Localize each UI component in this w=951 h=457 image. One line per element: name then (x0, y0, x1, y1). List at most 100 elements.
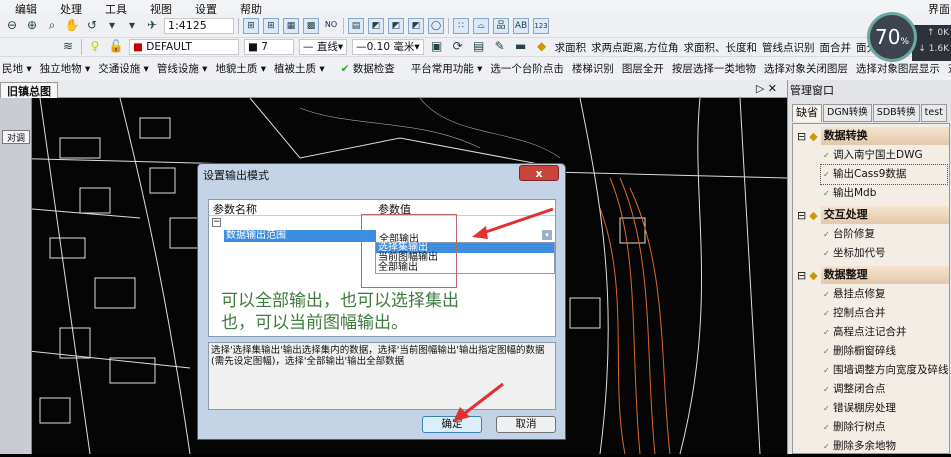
cmd-select-by-layer[interactable]: 按层选择一类地物 (672, 61, 756, 76)
tree-item[interactable]: 输出Cass9数据 (820, 164, 948, 185)
tree-item[interactable]: 调入南宁国土DWG (793, 146, 949, 165)
points-icon[interactable]: ∷ (453, 17, 469, 34)
group-data-cleanup[interactable]: ⊟ ◆ 数据整理 (793, 265, 949, 285)
zoom-in-icon[interactable]: ⊕ (24, 18, 40, 34)
tree-item[interactable]: 删除橱窗碎线 (793, 342, 949, 361)
pan-icon[interactable]: ✋ (64, 18, 80, 34)
layers-icon[interactable]: ≋ (60, 39, 76, 55)
menu-residential[interactable]: 民地 ▾ (2, 61, 32, 76)
cmd-pipe-point[interactable]: 管线点识别 (762, 40, 815, 55)
data-check-button[interactable]: ✔ 数据检查 (341, 61, 395, 76)
upload-speed: ↑ 0K (926, 28, 949, 38)
cmd-merge-face[interactable]: 面合并 (819, 40, 851, 55)
bulb-icon[interactable]: ♀ (87, 39, 103, 55)
group-data-conversion[interactable]: ⊟ ◆ 数据转换 (793, 126, 949, 146)
layer-c-icon[interactable]: ✈ (144, 18, 160, 34)
cmd-close-layer[interactable]: 选择对象关闭图层 (764, 61, 848, 76)
tree-item[interactable]: 悬挂点修复 (793, 285, 949, 304)
cmd-show-layer[interactable]: 选择对象图层显示 (856, 61, 940, 76)
menu-pipeline[interactable]: 管线设施 ▾ (157, 61, 208, 76)
layer-select[interactable]: ■ DEFAULT (129, 39, 239, 55)
tree-item[interactable]: 台阶修复 (793, 225, 949, 244)
tree-item[interactable]: 删除行树点 (793, 418, 949, 437)
draw-4-icon[interactable]: ◩ (408, 17, 424, 34)
color-select[interactable]: ■ 7 (244, 39, 294, 55)
grid-2-icon[interactable]: ⊞ (263, 17, 279, 34)
cmd-layers-open[interactable]: 图层全开 (622, 61, 664, 76)
monitor-icon[interactable]: ▬ (513, 39, 529, 55)
layer-a-icon[interactable]: ▾ (104, 18, 120, 34)
collapse-icon[interactable]: ⊟ (797, 130, 806, 143)
collapse-icon[interactable]: ⊟ (797, 209, 806, 222)
group-interactive[interactable]: ⊟ ◆ 交互处理 (793, 205, 949, 225)
draw-5-icon[interactable]: ◯ (428, 17, 444, 34)
tree-item[interactable]: 调整闭合点 (793, 380, 949, 399)
tab-controls[interactable]: ▷ ✕ (756, 82, 777, 95)
cmd-step[interactable]: 选一个台阶点击 (490, 61, 564, 76)
cmd-distance[interactable]: 求两点距离,方位角 (591, 40, 678, 55)
tab-default[interactable]: 缺省 (792, 104, 822, 122)
zoom-out-icon[interactable]: ⊖ (4, 18, 20, 34)
text-ab-icon[interactable]: AB (513, 17, 529, 34)
left-panel-button[interactable]: 对调 (2, 130, 30, 144)
refresh-icon[interactable]: ⟳ (450, 39, 466, 55)
scale-select[interactable]: 1:4125 (164, 17, 234, 34)
cmd-stairs[interactable]: 楼梯识别 (572, 61, 614, 76)
redraw-icon[interactable]: ↺ (84, 18, 100, 34)
tree-item[interactable]: 输出Mdb (793, 184, 949, 203)
grid-4-icon[interactable]: ▩ (303, 17, 319, 34)
tree-item[interactable]: 高程点注记合并 (793, 323, 949, 342)
draw-2-icon[interactable]: ◩ (368, 17, 384, 34)
tab-sdb[interactable]: SDB转换 (872, 104, 920, 122)
menu-help[interactable]: 帮助 (240, 1, 262, 14)
collapse-icon[interactable]: − (212, 218, 221, 227)
menu-vegetation[interactable]: 植被土质 ▾ (274, 61, 325, 76)
tree-item[interactable]: 删除多余地物 (793, 437, 949, 453)
zoom-window-icon[interactable]: ⌕ (44, 18, 60, 34)
collapse-icon[interactable]: ⊟ (797, 269, 806, 282)
menu-interface[interactable]: 界面 (928, 1, 950, 14)
close-button[interactable]: x (519, 165, 559, 181)
menu-common[interactable]: 平台常用功能 ▾ (411, 61, 483, 76)
tab-dgn[interactable]: DGN转换 (823, 104, 872, 122)
menu-terrain[interactable]: 地貌土质 ▾ (215, 61, 266, 76)
tab-test[interactable]: test (920, 104, 947, 122)
cube-icon[interactable]: ◆ (534, 39, 550, 55)
number-icon[interactable]: 123 (533, 17, 549, 34)
memory-gauge[interactable]: 70% (867, 12, 917, 62)
output-mode-dialog: 设置输出模式 x 参数名称 参数值 − 数据输出范围 全部输出 ▾ 选择集输出 … (197, 163, 566, 440)
tree-item[interactable]: 坐标加代号 (793, 244, 949, 263)
profile-icon[interactable]: ⌓ (473, 17, 489, 34)
param-name[interactable]: 数据输出范围 (224, 230, 376, 242)
layer-b-icon[interactable]: ▾ (124, 18, 140, 34)
no-icon[interactable]: NO (323, 18, 339, 34)
menu-independent[interactable]: 独立地物 ▾ (40, 61, 91, 76)
management-panel: 管理窗口 缺省 DGN转换 SDB转换 test ⊟◆数据转换 调入南宁国土DW… (787, 80, 951, 454)
lock-icon[interactable]: 🔓 (108, 39, 124, 55)
tab-drawing[interactable]: 旧镇总图 (0, 82, 58, 98)
grid-1-icon[interactable]: ⊞ (243, 17, 259, 34)
tree-item[interactable]: 错误棚房处理 (793, 399, 949, 418)
brush-icon[interactable]: ✎ (492, 39, 508, 55)
menu-view[interactable]: 视图 (150, 1, 172, 14)
cmd-area[interactable]: 求面积 (555, 40, 587, 55)
tree-item[interactable]: 围墙调整方向宽度及碎线 (793, 361, 949, 380)
lineweight-select[interactable]: —0.10 毫米▾ (352, 39, 424, 55)
props-icon[interactable]: ▤ (471, 39, 487, 55)
grid-3-icon[interactable]: ▦ (283, 17, 299, 34)
cmd-area-length[interactable]: 求面积、长度和 (683, 40, 757, 55)
draw-3-icon[interactable]: ◩ (388, 17, 404, 34)
menu-process[interactable]: 处理 (60, 1, 82, 14)
color-swatch-icon: ■ (133, 41, 143, 53)
match-icon[interactable]: ▣ (429, 39, 445, 55)
tree-item[interactable]: 控制点合并 (793, 304, 949, 323)
panel-tabs: 缺省 DGN转换 SDB转换 test (792, 104, 947, 122)
menu-settings[interactable]: 设置 (195, 1, 217, 14)
menu-tools[interactable]: 工具 (105, 1, 127, 14)
menu-edit[interactable]: 编辑 (15, 1, 37, 14)
layer-name: DEFAULT (146, 41, 192, 53)
menu-traffic[interactable]: 交通设施 ▾ (98, 61, 149, 76)
plan-icon[interactable]: 品 (493, 17, 509, 34)
draw-1-icon[interactable]: ▤ (348, 17, 364, 34)
linetype-select[interactable]: — 直线▾ (299, 39, 348, 55)
